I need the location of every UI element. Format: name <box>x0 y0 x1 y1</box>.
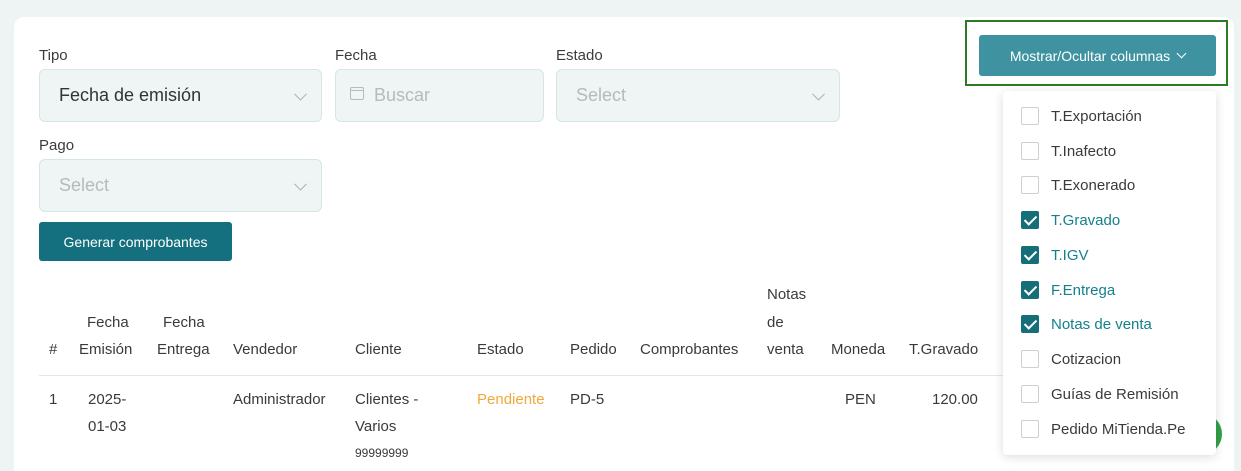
header-notas-venta-2: de <box>767 314 784 331</box>
header-notas-venta-1: Notas <box>767 286 807 303</box>
column-option[interactable]: Notas de venta <box>1021 314 1152 334</box>
fecha-input[interactable]: Buscar <box>335 69 544 122</box>
checkbox[interactable] <box>1021 107 1039 125</box>
chevron-down-icon <box>1176 48 1187 59</box>
cell-pedido: PD-5 <box>570 391 605 408</box>
header-notas-venta-3: venta <box>767 341 804 358</box>
column-option-label: F.Entrega <box>1051 281 1116 299</box>
checkbox[interactable] <box>1021 211 1039 229</box>
chevron-down-icon <box>294 177 307 191</box>
column-option[interactable]: T.Gravado <box>1021 210 1120 230</box>
toggle-columns-label: Mostrar/Ocultar columnas <box>1009 47 1171 64</box>
cell-fecha-emision-2: 01-03 <box>88 418 127 435</box>
calendar-icon <box>350 87 364 100</box>
estado-select[interactable]: Select <box>556 69 840 122</box>
header-fecha-entrega-1: Fecha <box>163 314 205 331</box>
estado-placeholder: Select <box>576 85 627 105</box>
column-option[interactable]: Cotizacion <box>1021 349 1121 369</box>
header-fecha-emision-1: Fecha <box>87 314 129 331</box>
checkbox[interactable] <box>1021 246 1039 264</box>
table-divider <box>39 375 1004 376</box>
chevron-down-icon <box>294 87 307 101</box>
generate-button[interactable]: Generar comprobantes <box>39 222 232 261</box>
header-num: # <box>49 341 58 358</box>
column-option-label: Notas de venta <box>1051 315 1152 333</box>
column-option[interactable]: F.Entrega <box>1021 280 1115 300</box>
header-fecha-emision-2: Emisión <box>79 341 133 358</box>
cell-t-gravado: 120.00 <box>932 391 978 408</box>
column-option-label: Guías de Remisión <box>1051 385 1179 403</box>
pago-select[interactable]: Select <box>39 159 322 212</box>
status-badge: Pendiente <box>477 391 545 408</box>
cell-fecha-emision-1: 2025- <box>88 391 127 408</box>
pago-label: Pago <box>39 137 75 154</box>
column-option-label: T.Exonerado <box>1051 176 1136 194</box>
cell-num: 1 <box>49 391 58 408</box>
tipo-label: Tipo <box>39 47 68 64</box>
column-option[interactable]: T.Exportación <box>1021 106 1142 126</box>
checkbox[interactable] <box>1021 315 1039 333</box>
cell-moneda: PEN <box>845 391 876 408</box>
columns-dropdown: T.Exportación T.Inafecto T.Exonerado T.G… <box>1003 91 1216 455</box>
column-option-label: Cotizacion <box>1051 350 1122 368</box>
checkbox[interactable] <box>1021 281 1039 299</box>
checkbox[interactable] <box>1021 176 1039 194</box>
column-option[interactable]: T.Exonerado <box>1021 175 1135 195</box>
checkbox[interactable] <box>1021 350 1039 368</box>
header-moneda: Moneda <box>831 341 886 358</box>
header-cliente: Cliente <box>355 341 402 358</box>
header-t-gravado: T.Gravado <box>909 341 979 358</box>
chevron-down-icon <box>812 87 825 101</box>
cell-cliente-1: Clientes - <box>355 391 419 408</box>
pago-placeholder: Select <box>59 175 110 195</box>
cell-cliente-2: Varios <box>355 418 397 435</box>
header-comprobantes: Comprobantes <box>640 341 739 358</box>
checkbox[interactable] <box>1021 142 1039 160</box>
header-vendedor: Vendedor <box>233 341 298 358</box>
column-option[interactable]: Guías de Remisión <box>1021 384 1179 404</box>
column-option-label: T.Gravado <box>1051 211 1121 229</box>
checkbox[interactable] <box>1021 420 1039 438</box>
column-option-label: T.IGV <box>1051 246 1089 264</box>
checkbox[interactable] <box>1021 385 1039 403</box>
cell-cliente-doc: 99999999 <box>355 446 409 460</box>
column-option-label: T.Inafecto <box>1051 142 1117 160</box>
fecha-label: Fecha <box>335 47 377 64</box>
tipo-select[interactable]: Fecha de emisión <box>39 69 322 122</box>
column-option-label: Pedido MiTienda.Pe <box>1051 420 1186 438</box>
column-option[interactable]: T.Inafecto <box>1021 141 1116 161</box>
fecha-placeholder: Buscar <box>374 85 431 105</box>
estado-label: Estado <box>556 47 603 64</box>
tipo-value: Fecha de emisión <box>59 85 202 105</box>
cell-vendedor: Administrador <box>233 391 326 408</box>
column-option-label: T.Exportación <box>1051 107 1142 125</box>
header-pedido: Pedido <box>570 341 617 358</box>
column-option[interactable]: Pedido MiTienda.Pe <box>1021 419 1186 439</box>
column-option[interactable]: T.IGV <box>1021 245 1089 265</box>
header-estado: Estado <box>477 341 524 358</box>
toggle-columns-button[interactable]: Mostrar/Ocultar columnas <box>979 35 1216 76</box>
header-fecha-entrega-2: Entrega <box>157 341 210 358</box>
